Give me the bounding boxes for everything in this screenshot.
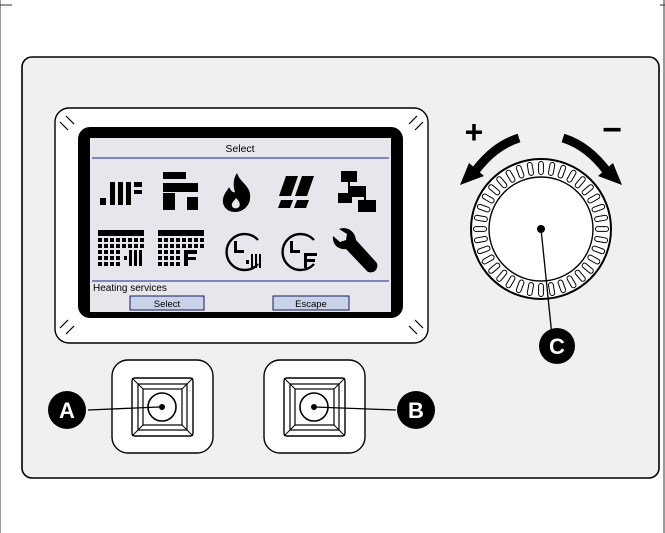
control-panel-diagram: Select Heating services Select Escape + … xyxy=(0,0,665,533)
status-text: Heating services xyxy=(93,283,167,294)
callout-b-label: B xyxy=(408,398,424,423)
dial-notch xyxy=(473,226,487,232)
dial-notch xyxy=(595,226,609,232)
callout-c-label: C xyxy=(549,334,565,359)
escape-softkey-label: Escape xyxy=(295,299,327,310)
select-softkey-label: Select xyxy=(154,299,181,310)
callout-a-label: A xyxy=(59,398,75,423)
plus-label: + xyxy=(465,114,484,150)
dial-notch xyxy=(538,283,544,297)
minus-label: − xyxy=(602,111,622,149)
button-a[interactable] xyxy=(111,359,214,454)
screen-title: Select xyxy=(225,143,254,155)
dial-notch xyxy=(538,161,544,175)
